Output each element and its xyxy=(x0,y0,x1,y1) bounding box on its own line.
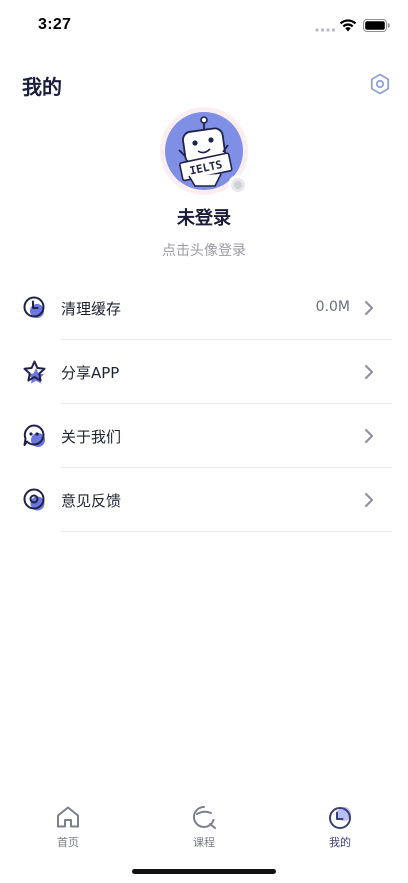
avatar-status-badge xyxy=(228,175,248,195)
tab-home[interactable]: 首页 xyxy=(18,804,118,854)
home-icon xyxy=(57,806,79,828)
settings-icon xyxy=(370,73,390,95)
cache-size-value: 0.0M xyxy=(315,299,350,315)
battery-icon xyxy=(363,19,390,32)
wifi-icon xyxy=(339,19,357,32)
tab-label-course: 课程 xyxy=(193,836,215,849)
user-name: 未登录 xyxy=(177,208,231,229)
menu-label-clear-cache: 清理缓存 xyxy=(61,300,122,318)
chat-face-icon xyxy=(23,424,45,447)
menu-label-about-us: 关于我们 xyxy=(61,428,122,446)
menu-item-share-app[interactable]: 分享APP xyxy=(0,340,408,404)
menu-item-feedback[interactable]: 意见反馈 xyxy=(0,468,408,532)
chevron-right-icon xyxy=(365,301,373,315)
page-title: 我的 xyxy=(22,75,62,99)
chevron-right-icon xyxy=(365,429,373,443)
avatar[interactable]: IELTS xyxy=(160,107,248,195)
login-hint[interactable]: 点击头像登录 xyxy=(0,240,408,260)
clock-icon xyxy=(23,296,45,318)
star-icon xyxy=(23,360,46,384)
menu-item-clear-cache[interactable]: 清理缓存 0.0M xyxy=(0,276,408,340)
course-icon xyxy=(192,805,216,829)
menu-label-share-app: 分享APP xyxy=(61,364,120,382)
menu-item-about-us[interactable]: 关于我们 xyxy=(0,404,408,468)
chevron-right-icon xyxy=(365,493,373,507)
tab-label-profile: 我的 xyxy=(329,836,351,849)
chevron-right-icon xyxy=(365,365,373,379)
home-indicator xyxy=(132,869,276,874)
tab-course[interactable]: 课程 xyxy=(154,804,254,854)
profile-icon xyxy=(329,807,351,829)
tab-label-home: 首页 xyxy=(57,836,79,849)
disc-icon xyxy=(23,488,45,511)
status-time: 3:27 xyxy=(38,16,72,33)
menu-label-feedback: 意见反馈 xyxy=(61,492,122,510)
settings-button[interactable] xyxy=(366,70,394,98)
status-bar: 3:27 xyxy=(0,0,408,50)
menu-list: 清理缓存 0.0M 分享APP 关于我们 意见反馈 xyxy=(0,276,408,532)
tab-profile[interactable]: 我的 xyxy=(290,804,390,854)
signal-icon xyxy=(315,28,336,32)
